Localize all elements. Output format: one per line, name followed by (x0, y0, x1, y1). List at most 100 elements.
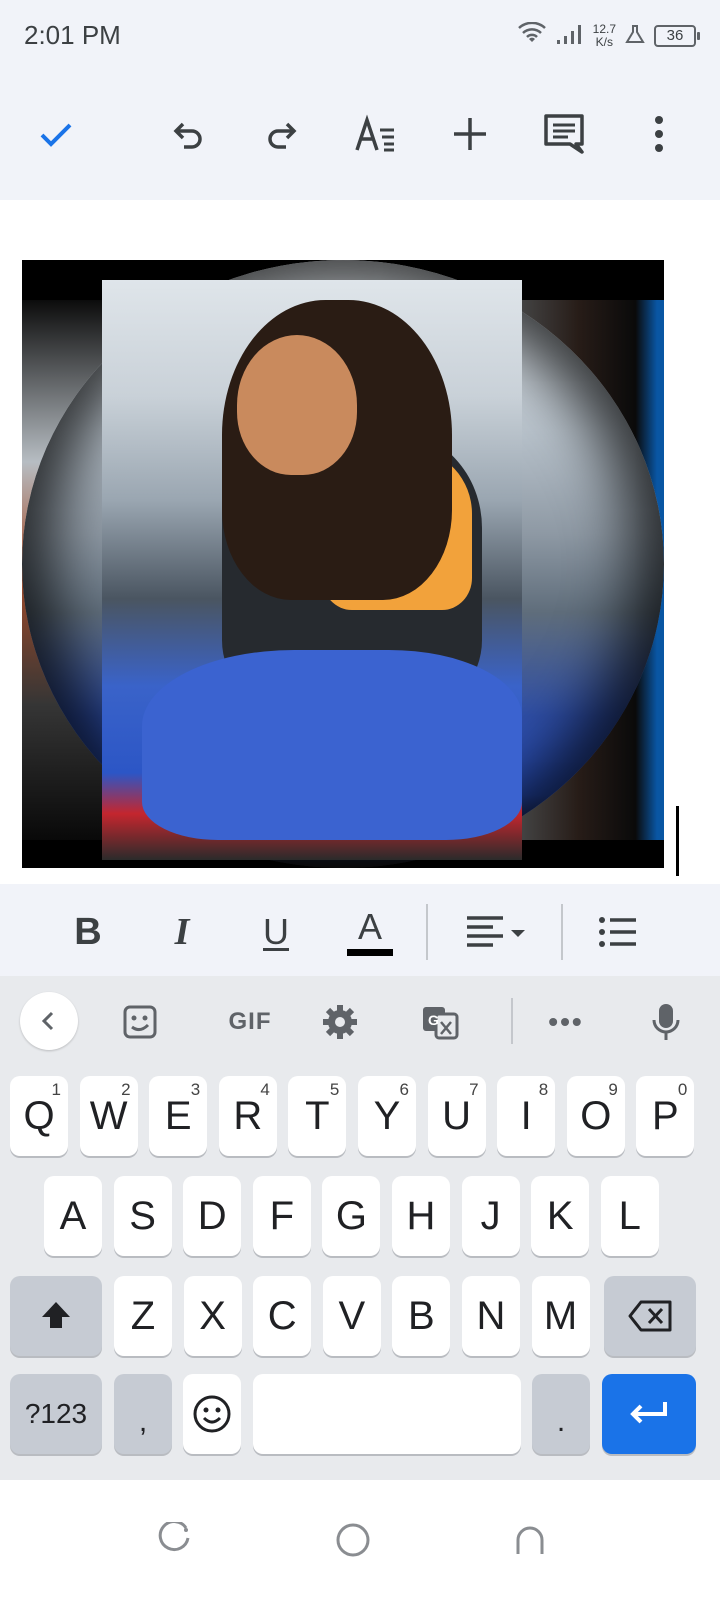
bulleted-list-button[interactable] (588, 902, 648, 962)
key-label: Q (23, 1093, 55, 1138)
key-label: N (476, 1293, 506, 1338)
text-cursor (676, 806, 679, 876)
key-a[interactable]: A (44, 1176, 102, 1256)
key-hint: 7 (469, 1080, 479, 1099)
bold-icon: B (74, 910, 102, 953)
gif-label: GIF (228, 1008, 272, 1035)
key-label: J (480, 1193, 501, 1238)
backspace-key[interactable] (604, 1276, 696, 1356)
recents-icon[interactable] (146, 1510, 206, 1570)
photo-jeans (142, 650, 522, 840)
key-w[interactable]: W2 (79, 1076, 138, 1156)
key-v[interactable]: V (322, 1276, 381, 1356)
key-hint: 2 (121, 1080, 131, 1099)
key-f[interactable]: F (252, 1176, 311, 1256)
key-r[interactable]: R4 (218, 1076, 277, 1156)
battery-icon: 36 (654, 25, 700, 47)
bold-button[interactable]: B (58, 902, 118, 962)
format-separator-2 (561, 904, 563, 960)
key-k[interactable]: K (531, 1176, 590, 1256)
symbols-key-label: ?123 (24, 1398, 88, 1429)
translate-icon[interactable]: G (410, 992, 470, 1052)
key-label: E (164, 1093, 192, 1138)
key-c[interactable]: C (253, 1276, 312, 1356)
key-p[interactable]: P0 (636, 1076, 695, 1156)
key-label: K (546, 1193, 574, 1238)
key-h[interactable]: H (392, 1176, 450, 1256)
doc-toolbar (0, 72, 720, 200)
back-nav-icon[interactable] (500, 1510, 560, 1570)
text-format-icon[interactable] (344, 102, 408, 166)
gif-button[interactable]: GIF (210, 992, 290, 1052)
key-label: H (406, 1193, 436, 1238)
comment-icon[interactable] (532, 102, 596, 166)
redo-icon[interactable] (249, 102, 313, 166)
key-n[interactable]: N (462, 1276, 520, 1356)
key-g[interactable]: G (322, 1176, 381, 1256)
key-label: F (269, 1193, 295, 1238)
text-color-button[interactable]: A (340, 902, 400, 962)
period-key[interactable]: . (532, 1374, 590, 1454)
key-s[interactable]: S (113, 1176, 172, 1256)
mic-icon[interactable] (636, 992, 696, 1052)
status-bar: 2:01 PM 12.7 K/s 36 (0, 0, 720, 72)
key-t[interactable]: T5 (288, 1076, 347, 1156)
more-options-button[interactable]: ••• (536, 992, 596, 1052)
key-label: O (580, 1093, 612, 1138)
italic-button[interactable]: I (152, 902, 212, 962)
net-speed-unit: K/s (595, 35, 613, 49)
undo-icon[interactable] (157, 102, 221, 166)
key-hint: 5 (329, 1080, 340, 1099)
keyboard-toolbar: GIF G ••• (0, 976, 720, 1068)
align-button[interactable] (462, 902, 534, 962)
comma-key[interactable]: , (114, 1374, 172, 1454)
key-j[interactable]: J (461, 1176, 520, 1256)
align-left-icon (467, 916, 525, 947)
key-i[interactable]: I8 (497, 1076, 556, 1156)
key-hint: 4 (260, 1080, 270, 1099)
key-x[interactable]: X (183, 1276, 242, 1356)
key-u[interactable]: U7 (427, 1076, 486, 1156)
underline-button[interactable]: U (246, 902, 306, 962)
underline-icon: U (263, 911, 289, 952)
gear-icon[interactable] (310, 992, 370, 1052)
add-icon[interactable] (438, 102, 502, 166)
shift-key[interactable] (10, 1276, 102, 1356)
dropdown-icon (511, 930, 525, 937)
key-b[interactable]: B (392, 1276, 451, 1356)
key-hint: 0 (677, 1080, 688, 1099)
key-label: I (520, 1093, 532, 1138)
symbols-key[interactable]: ?123 (10, 1374, 102, 1454)
home-icon[interactable] (323, 1510, 383, 1570)
key-label: P (652, 1093, 679, 1138)
alert-icon (624, 23, 646, 50)
key-l[interactable]: L (600, 1176, 659, 1256)
key-y[interactable]: Y6 (358, 1076, 416, 1156)
back-icon[interactable] (20, 992, 78, 1050)
document-image[interactable] (22, 260, 664, 868)
key-o[interactable]: O9 (566, 1076, 625, 1156)
space-key[interactable] (253, 1374, 521, 1454)
enter-key[interactable] (602, 1374, 696, 1454)
more-vert-icon[interactable] (627, 102, 691, 166)
enter-icon (630, 1402, 667, 1424)
check-icon[interactable] (24, 102, 88, 166)
document-body[interactable] (0, 200, 720, 900)
emoji-key[interactable] (183, 1374, 241, 1454)
key-hint: 1 (51, 1080, 61, 1099)
key-e[interactable]: E3 (149, 1076, 208, 1156)
key-label: V (338, 1293, 366, 1338)
key-hint: 9 (608, 1080, 618, 1099)
status-icons: 12.7 K/s 36 (517, 18, 700, 54)
key-d[interactable]: D (183, 1176, 242, 1256)
keyboard-toolbar-separator (511, 998, 513, 1044)
key-label: B (408, 1293, 435, 1338)
key-label: D (197, 1193, 227, 1238)
photo-face (237, 335, 357, 475)
key-z[interactable]: Z (114, 1276, 172, 1356)
key-m[interactable]: M (531, 1276, 590, 1356)
key-label: Z (130, 1293, 156, 1338)
key-q[interactable]: Q1 (10, 1076, 68, 1156)
sticker-icon[interactable] (110, 992, 170, 1052)
key-label: W (89, 1093, 128, 1138)
